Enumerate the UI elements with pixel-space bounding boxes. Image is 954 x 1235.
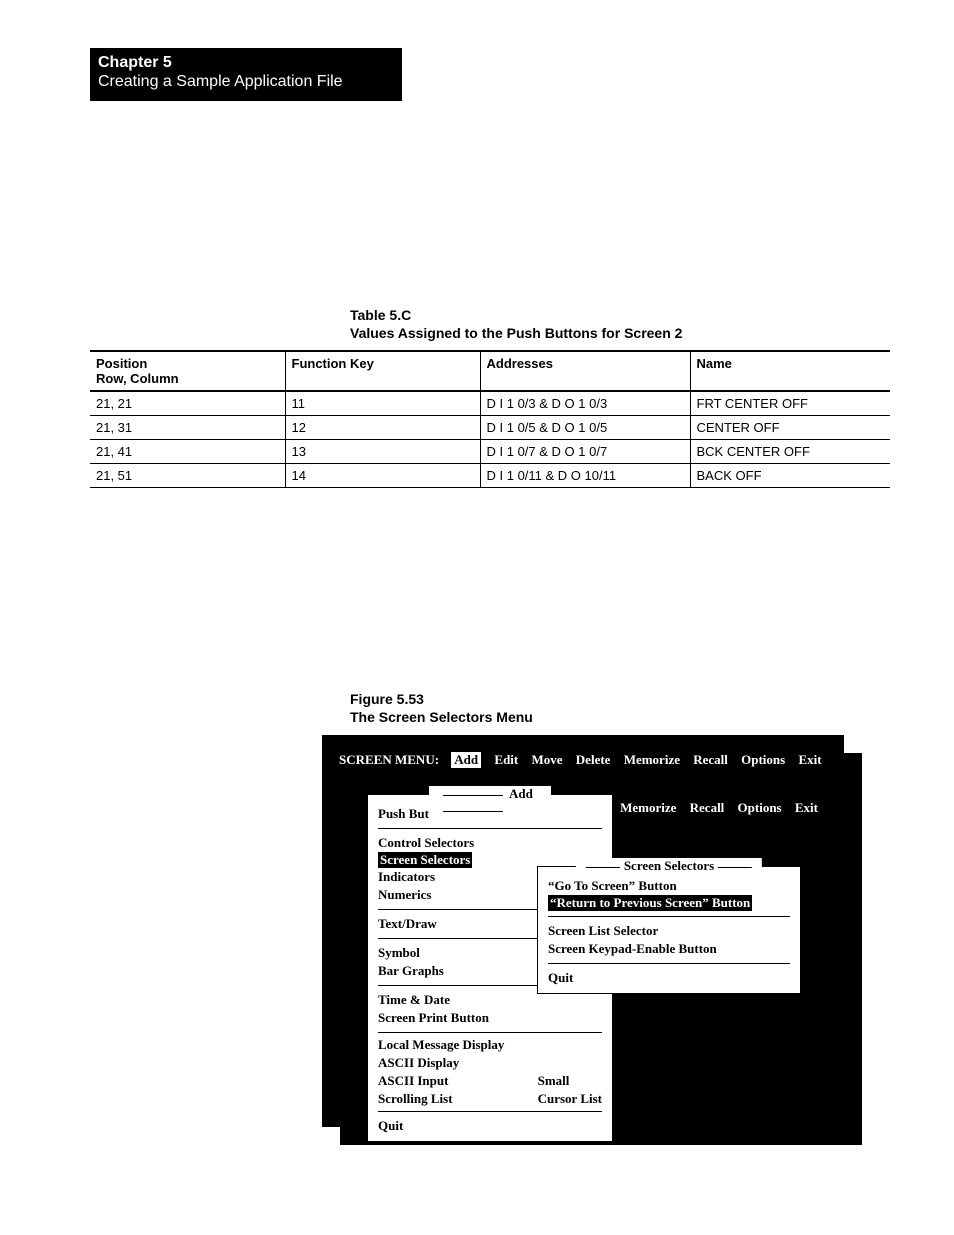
cell-fk: 13 bbox=[285, 440, 480, 464]
screen-menu-bar-behind: lete Memorize Recall Options Exit bbox=[582, 800, 823, 816]
table-caption-line2: Values Assigned to the Push Buttons for … bbox=[350, 324, 682, 342]
cell-position: 21, 21 bbox=[90, 391, 285, 416]
table-row: 21, 41 13 D I 1 0/7 & D O 1 0/7 BCK CENT… bbox=[90, 440, 890, 464]
submenu-item-keypad-enable[interactable]: Screen Keypad-Enable Button bbox=[548, 940, 790, 958]
menu-item-add[interactable]: Add bbox=[451, 752, 481, 768]
menu-item-delete[interactable]: Delete bbox=[576, 752, 611, 768]
table-caption: Table 5.C Values Assigned to the Push Bu… bbox=[350, 306, 682, 342]
screen-selectors-submenu: Screen Selectors “Go To Screen” Button “… bbox=[537, 866, 801, 994]
submenu-title: Screen Selectors bbox=[576, 858, 762, 874]
cell-addr: D I 1 0/5 & D O 1 0/5 bbox=[480, 416, 690, 440]
submenu-item-goto-screen[interactable]: “Go To Screen” Button bbox=[548, 877, 790, 895]
cell-position: 21, 31 bbox=[90, 416, 285, 440]
menu2-item-exit[interactable]: Exit bbox=[795, 800, 818, 816]
add-item-scrolling-list[interactable]: Scrolling List bbox=[378, 1090, 504, 1108]
menu-item-recall[interactable]: Recall bbox=[693, 752, 728, 768]
add-item-screen-selectors[interactable]: Screen Selectors bbox=[378, 852, 472, 868]
col-position-l1: Position bbox=[96, 356, 147, 371]
figure-caption: Figure 5.53 The Screen Selectors Menu bbox=[350, 690, 533, 726]
cell-name: CENTER OFF bbox=[690, 416, 890, 440]
col-position: Position Row, Column bbox=[90, 351, 285, 391]
menu2-item-recall[interactable]: Recall bbox=[690, 800, 725, 816]
cell-position: 21, 41 bbox=[90, 440, 285, 464]
table-row: 21, 51 14 D I 1 0/11 & D O 10/11 BACK OF… bbox=[90, 464, 890, 488]
add-item-screen-print[interactable]: Screen Print Button bbox=[378, 1009, 602, 1027]
add-item-small[interactable]: Small bbox=[538, 1072, 602, 1090]
cell-fk: 11 bbox=[285, 391, 480, 416]
add-item-quit[interactable]: Quit bbox=[378, 1117, 602, 1135]
submenu-title-text: Screen Selectors bbox=[624, 858, 714, 873]
menu-item-edit[interactable]: Edit bbox=[494, 752, 518, 768]
col-addresses: Addresses bbox=[480, 351, 690, 391]
cell-fk: 12 bbox=[285, 416, 480, 440]
chapter-number: Chapter 5 bbox=[98, 54, 394, 72]
table-row: 21, 31 12 D I 1 0/5 & D O 1 0/5 CENTER O… bbox=[90, 416, 890, 440]
submenu-item-quit[interactable]: Quit bbox=[548, 969, 790, 987]
chapter-title: Creating a Sample Application File bbox=[98, 72, 394, 91]
table-caption-line1: Table 5.C bbox=[350, 306, 682, 324]
cell-fk: 14 bbox=[285, 464, 480, 488]
menu2-item-options[interactable]: Options bbox=[738, 800, 782, 816]
col-function-key: Function Key bbox=[285, 351, 480, 391]
submenu-item-list-selector[interactable]: Screen List Selector bbox=[548, 922, 790, 940]
cell-name: FRT CENTER OFF bbox=[690, 391, 890, 416]
col-name: Name bbox=[690, 351, 890, 391]
add-item-cursor-list[interactable]: Cursor List bbox=[538, 1090, 602, 1108]
add-item-control-selectors[interactable]: Control Selectors bbox=[378, 834, 602, 852]
col-position-l2: Row, Column bbox=[96, 371, 279, 386]
menu-item-exit[interactable]: Exit bbox=[798, 752, 821, 768]
chapter-header: Chapter 5 Creating a Sample Application … bbox=[90, 48, 402, 101]
screen-menu-bar: SCREEN MENU: Add Edit Move Delete Memori… bbox=[339, 752, 827, 772]
add-item-ascii-input[interactable]: ASCII Input bbox=[378, 1072, 504, 1090]
cell-addr: D I 1 0/7 & D O 1 0/7 bbox=[480, 440, 690, 464]
cell-name: BACK OFF bbox=[690, 464, 890, 488]
add-item-local-message[interactable]: Local Message Display bbox=[378, 1036, 504, 1054]
add-menu-title: Add bbox=[429, 786, 551, 818]
cell-addr: D I 1 0/3 & D O 1 0/3 bbox=[480, 391, 690, 416]
menu-item-move[interactable]: Move bbox=[532, 752, 563, 768]
table-header-row: Position Row, Column Function Key Addres… bbox=[90, 351, 890, 391]
add-item-ascii-display[interactable]: ASCII Display bbox=[378, 1054, 504, 1072]
table-row: 21, 21 11 D I 1 0/3 & D O 1 0/3 FRT CENT… bbox=[90, 391, 890, 416]
push-buttons-table: Position Row, Column Function Key Addres… bbox=[90, 350, 890, 488]
screen-selectors-figure: SCREEN MENU: Add Edit Move Delete Memori… bbox=[322, 735, 862, 1145]
cell-position: 21, 51 bbox=[90, 464, 285, 488]
figure-panel: SCREEN MENU: Add Edit Move Delete Memori… bbox=[322, 735, 844, 1127]
menu2-item-memorize[interactable]: Memorize bbox=[620, 800, 676, 816]
menu-item-memorize[interactable]: Memorize bbox=[624, 752, 680, 768]
menu-item-options[interactable]: Options bbox=[741, 752, 785, 768]
add-menu-title-text: Add bbox=[509, 786, 533, 801]
cell-name: BCK CENTER OFF bbox=[690, 440, 890, 464]
cell-addr: D I 1 0/11 & D O 10/11 bbox=[480, 464, 690, 488]
figure-caption-line2: The Screen Selectors Menu bbox=[350, 708, 533, 726]
submenu-item-return-prev[interactable]: “Return to Previous Screen” Button bbox=[548, 895, 752, 911]
screen-menu-label: SCREEN MENU: bbox=[339, 752, 439, 767]
figure-caption-line1: Figure 5.53 bbox=[350, 690, 533, 708]
